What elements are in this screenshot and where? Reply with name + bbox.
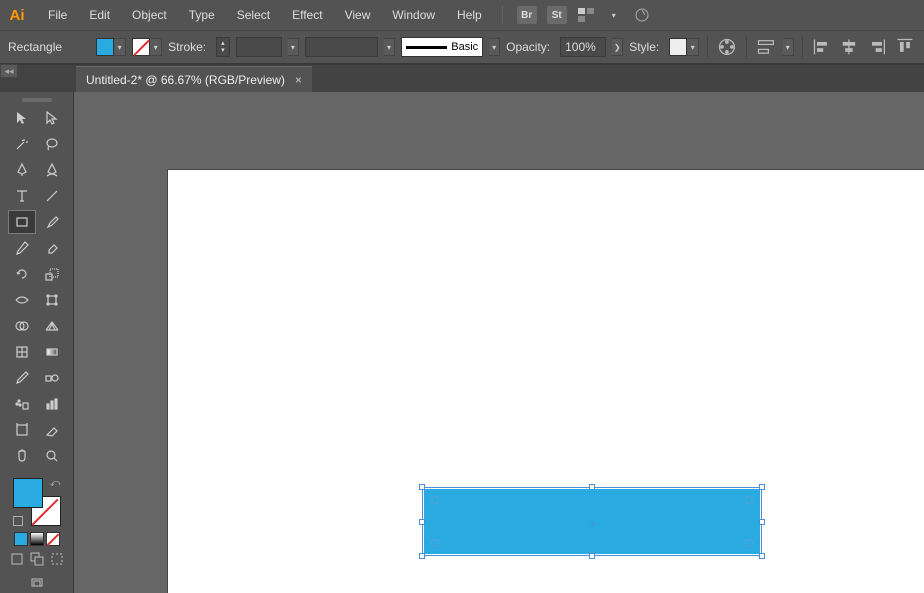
magic-wand-tool[interactable] xyxy=(8,132,36,156)
center-point-icon: × xyxy=(590,520,594,524)
width-tool[interactable] xyxy=(8,288,36,312)
menu-file[interactable]: File xyxy=(38,4,77,26)
draw-normal-icon[interactable] xyxy=(10,552,24,566)
gradient-tool[interactable] xyxy=(38,340,66,364)
symbol-sprayer-tool[interactable] xyxy=(8,392,36,416)
panel-collapse-icon[interactable]: ◂◂ xyxy=(0,64,18,78)
rotate-tool[interactable] xyxy=(8,262,36,286)
default-fill-stroke-icon[interactable] xyxy=(13,516,23,526)
close-tab-icon[interactable]: × xyxy=(295,73,302,87)
lasso-tool[interactable] xyxy=(38,132,66,156)
stroke-weight-stepper[interactable]: ▴▾ xyxy=(216,37,230,57)
document-tab-bar: Untitled-2* @ 66.67% (RGB/Preview) × xyxy=(0,64,924,92)
tools-panel: ⤺ xyxy=(0,92,74,593)
align-center-icon[interactable] xyxy=(838,35,860,59)
document-tab[interactable]: Untitled-2* @ 66.67% (RGB/Preview) × xyxy=(76,66,312,92)
menu-effect[interactable]: Effect xyxy=(282,4,332,26)
artboard[interactable]: × xyxy=(168,170,924,593)
opacity-field[interactable]: 100% xyxy=(560,37,606,57)
eraser-tool[interactable] xyxy=(38,236,66,260)
mesh-tool[interactable] xyxy=(8,340,36,364)
selection-tool[interactable] xyxy=(8,106,36,130)
align-top-icon[interactable] xyxy=(894,35,916,59)
column-graph-tool[interactable] xyxy=(38,392,66,416)
perspective-grid-tool[interactable] xyxy=(38,314,66,338)
menu-select[interactable]: Select xyxy=(227,4,280,26)
variable-width-profile[interactable] xyxy=(305,37,378,57)
color-mode-icon[interactable] xyxy=(14,532,28,546)
shape-builder-tool[interactable] xyxy=(8,314,36,338)
canvas-area[interactable]: × xyxy=(74,92,924,593)
menu-type[interactable]: Type xyxy=(179,4,225,26)
draw-mode-row xyxy=(10,552,64,566)
swap-fill-stroke-icon[interactable]: ⤺ xyxy=(50,478,61,489)
recolor-artwork-icon[interactable] xyxy=(716,35,738,59)
document-tab-title: Untitled-2* @ 66.67% (RGB/Preview) xyxy=(86,73,285,87)
draw-inside-icon[interactable] xyxy=(50,552,64,566)
align-dropdown[interactable]: ▾ xyxy=(783,38,794,56)
variable-width-dropdown[interactable]: ▾ xyxy=(384,38,395,56)
type-tool[interactable] xyxy=(8,184,36,208)
slice-tool[interactable] xyxy=(38,418,66,442)
brush-dropdown[interactable]: ▾ xyxy=(489,38,500,56)
zoom-tool[interactable] xyxy=(38,444,66,468)
separator xyxy=(502,6,503,24)
fill-swatch[interactable]: ▾ xyxy=(96,38,126,56)
paintbrush-tool[interactable] xyxy=(38,210,66,234)
app-logo: Ai xyxy=(6,4,28,26)
corner-radius-handle[interactable] xyxy=(745,496,753,504)
stroke-weight-field[interactable] xyxy=(236,37,282,57)
stroke-label: Stroke: xyxy=(168,40,210,54)
menu-help[interactable]: Help xyxy=(447,4,492,26)
panel-grip[interactable] xyxy=(22,98,52,102)
pencil-tool[interactable] xyxy=(8,236,36,260)
pen-tool[interactable] xyxy=(8,158,36,182)
free-transform-tool[interactable] xyxy=(38,288,66,312)
menu-view[interactable]: View xyxy=(335,4,381,26)
arrange-dropdown-icon[interactable]: ▾ xyxy=(605,7,623,23)
stroke-weight-dropdown[interactable]: ▾ xyxy=(288,38,299,56)
brush-definition[interactable]: Basic xyxy=(401,37,483,57)
fill-color-swatch[interactable] xyxy=(13,478,43,508)
rectangle-shape[interactable]: × xyxy=(424,489,760,554)
workspace: ⤺ × xyxy=(0,92,924,593)
align-right-icon[interactable] xyxy=(866,35,888,59)
menu-window[interactable]: Window xyxy=(382,4,445,26)
bridge-icon[interactable]: Br xyxy=(517,6,537,24)
draw-behind-icon[interactable] xyxy=(30,552,44,566)
gpu-preview-icon[interactable] xyxy=(633,7,651,23)
gradient-mode-icon[interactable] xyxy=(30,532,44,546)
corner-radius-handle[interactable] xyxy=(431,539,439,547)
curvature-tool[interactable] xyxy=(38,158,66,182)
artboard-tool[interactable] xyxy=(8,418,36,442)
blend-tool[interactable] xyxy=(38,366,66,390)
scale-tool[interactable] xyxy=(38,262,66,286)
menu-edit[interactable]: Edit xyxy=(79,4,120,26)
color-mode-row xyxy=(14,532,60,546)
corner-radius-handle[interactable] xyxy=(745,539,753,547)
menu-object[interactable]: Object xyxy=(122,4,177,26)
hand-tool[interactable] xyxy=(8,444,36,468)
direct-selection-tool[interactable] xyxy=(38,106,66,130)
corner-radius-handle[interactable] xyxy=(431,496,439,504)
none-mode-icon[interactable] xyxy=(46,532,60,546)
stock-icon[interactable]: St xyxy=(547,6,567,24)
selection-type-label: Rectangle xyxy=(8,40,66,54)
fill-stroke-swatches[interactable]: ⤺ xyxy=(13,478,61,526)
rectangle-tool[interactable] xyxy=(8,210,36,234)
line-segment-tool[interactable] xyxy=(38,184,66,208)
align-button[interactable] xyxy=(755,35,777,59)
screen-mode-icon[interactable] xyxy=(30,576,44,590)
arrange-documents-icon[interactable] xyxy=(577,7,595,23)
menu-bar: Ai File Edit Object Type Select Effect V… xyxy=(0,0,924,30)
opacity-dropdown[interactable]: ❯ xyxy=(612,38,623,56)
stroke-swatch[interactable]: ▾ xyxy=(132,38,162,56)
style-label: Style: xyxy=(629,40,663,54)
control-bar: Rectangle ▾ ▾ Stroke: ▴▾ ▾ ▾ Basic ▾ Opa… xyxy=(0,30,924,64)
eyedropper-tool[interactable] xyxy=(8,366,36,390)
opacity-label: Opacity: xyxy=(506,40,554,54)
style-swatch[interactable]: ▾ xyxy=(669,38,699,56)
align-left-icon[interactable] xyxy=(811,35,833,59)
